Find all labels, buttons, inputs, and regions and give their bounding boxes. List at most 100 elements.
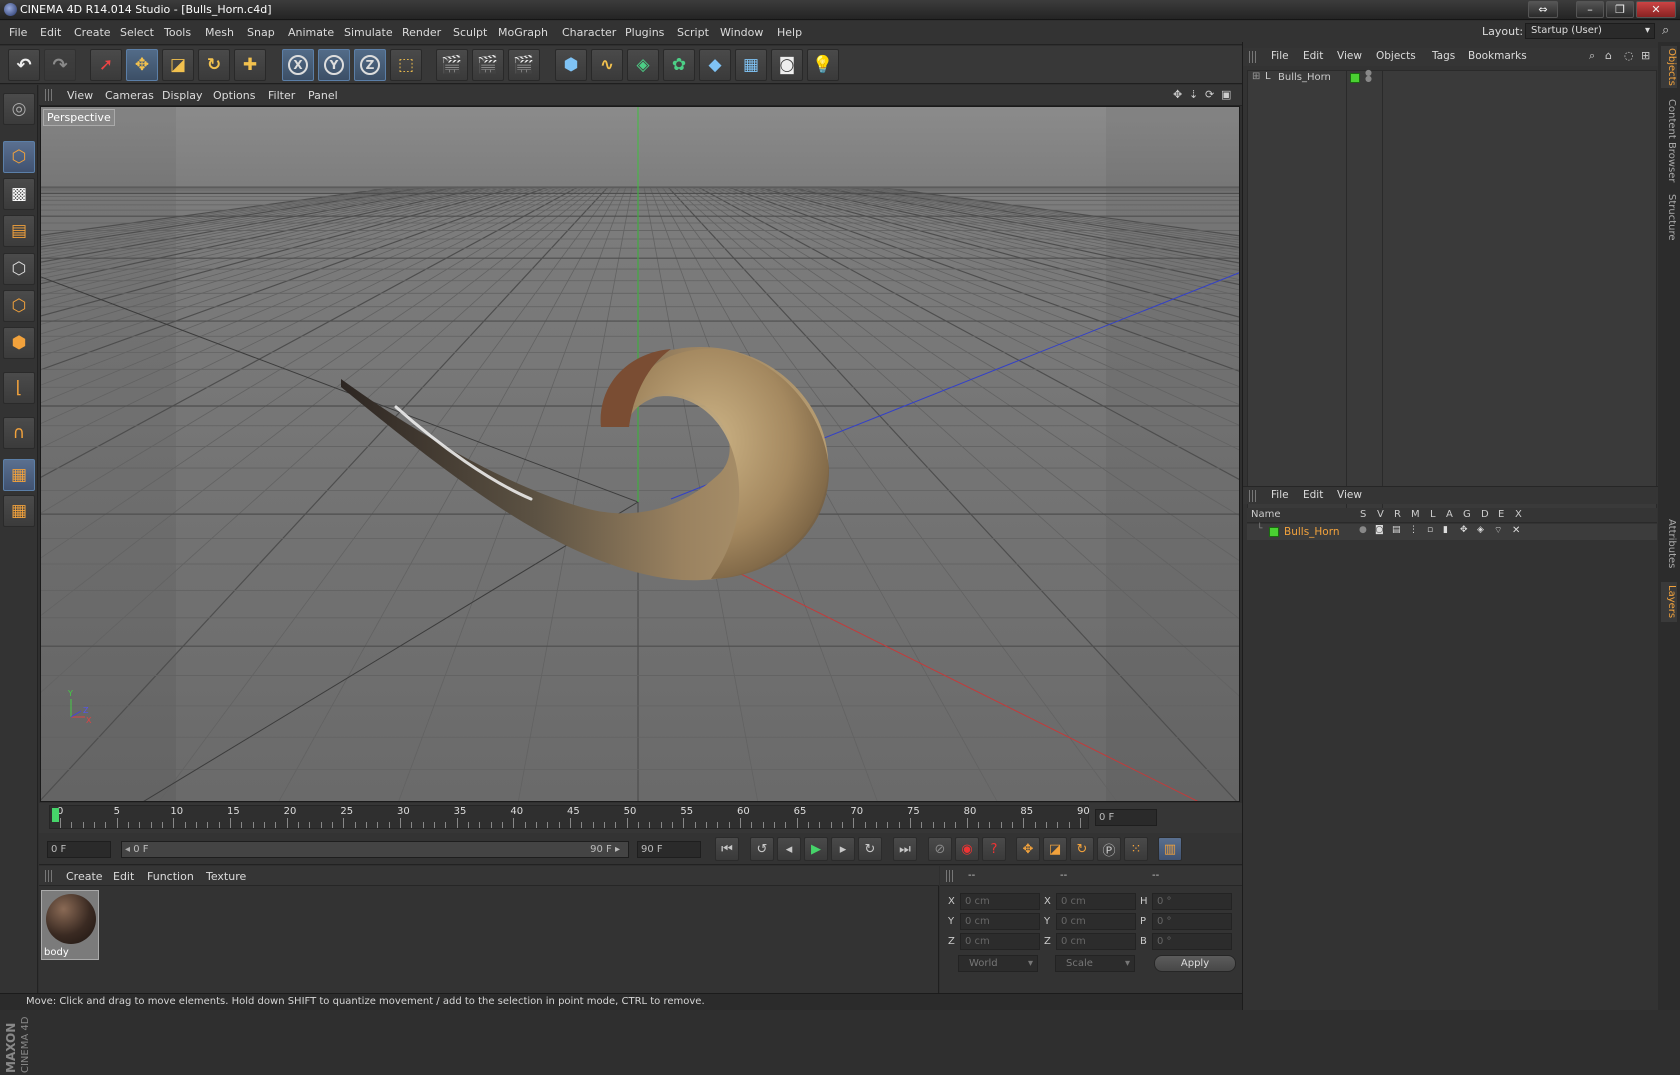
menu-create[interactable]: Create (74, 26, 111, 39)
deformers-icon[interactable]: ◈ (1477, 525, 1484, 535)
nurbs-button[interactable]: ◈ (627, 49, 659, 81)
menu-plugins[interactable]: Plugins (625, 26, 664, 39)
material-menu-function[interactable]: Function (147, 870, 194, 883)
lm-menu-edit[interactable]: Edit (1303, 489, 1323, 501)
eye-icon[interactable]: ◌ (1624, 49, 1634, 62)
search-icon[interactable]: ⌕ (1662, 23, 1669, 38)
menu-mesh[interactable]: Mesh (205, 26, 234, 39)
tab-objects[interactable]: Objects (1661, 46, 1677, 88)
next-key-button[interactable]: ↻ (858, 837, 882, 861)
timeline-ruler[interactable]: 0 5 10 15 20 25 30 35 40 45 50 55 60 65 70 75 80 85 90 0 F (39, 803, 1242, 833)
deformer-button[interactable]: ◆ (699, 49, 731, 81)
axis-mode-button[interactable]: ⌊ (3, 372, 35, 404)
render-settings-button[interactable]: 🎬 (508, 49, 540, 81)
viewport-menu-cameras[interactable]: Cameras (105, 89, 154, 102)
make-editable-button[interactable]: ◎ (3, 93, 35, 125)
edges-mode-button[interactable]: ⬡ (3, 290, 35, 322)
play-button[interactable]: ▶ (804, 837, 828, 861)
cube-button[interactable]: ⬢ (555, 49, 587, 81)
size-y-field[interactable]: 0 cm (1056, 913, 1136, 930)
locked-workplane-button[interactable]: ▦ (3, 495, 35, 527)
menu-mograph[interactable]: MoGraph (498, 26, 548, 39)
recent-tool-button[interactable]: ✚ (234, 49, 266, 81)
om-menu-view[interactable]: View (1337, 50, 1362, 62)
pos-y-field[interactable]: 0 cm (960, 913, 1040, 930)
rotate-view-icon[interactable]: ⟳ (1205, 88, 1214, 101)
tab-structure[interactable]: Structure (1661, 192, 1677, 242)
current-frame-field[interactable]: 0 F (1095, 809, 1157, 826)
viewport-menu-display[interactable]: Display (162, 89, 203, 102)
menu-window[interactable]: Window (720, 26, 763, 39)
workplane-lock-button[interactable]: ▦ (3, 459, 35, 491)
minimize-button[interactable]: – (1576, 1, 1604, 18)
lm-menu-file[interactable]: File (1271, 489, 1289, 501)
menu-render[interactable]: Render (402, 26, 441, 39)
menu-tools[interactable]: Tools (164, 26, 191, 39)
workplane-mode-button[interactable]: ▤ (3, 215, 35, 247)
layer-row-bulls-horn[interactable]: └ Bulls_Horn ● ◙ ▤ ⋮ ▫ ▮ ✥ ◈ ⌔ ✕ (1247, 524, 1657, 540)
search-icon[interactable]: ⌕ (1589, 49, 1595, 63)
render-clapper-icon[interactable]: ▤ (1392, 525, 1401, 535)
menu-sculpt[interactable]: Sculpt (453, 26, 487, 39)
render-to-picture-viewer-button[interactable]: 🎬 (472, 49, 504, 81)
tab-attributes[interactable]: Attributes (1661, 516, 1677, 572)
expressions-icon[interactable]: ⌔ (1494, 525, 1502, 536)
scale-key-button[interactable]: ◪ (1043, 837, 1067, 861)
menu-script[interactable]: Script (677, 26, 709, 39)
zoom-view-icon[interactable]: ⇣ (1189, 88, 1198, 101)
om-menu-bookmarks[interactable]: Bookmarks (1468, 50, 1527, 62)
material-menu-texture[interactable]: Texture (206, 870, 246, 883)
visibility-dots-icon[interactable]: ● ● (1365, 69, 1372, 83)
size-mode-select[interactable]: Scale ▾ (1055, 955, 1135, 972)
end-frame-field[interactable]: 90 F (637, 841, 701, 858)
y-axis-button[interactable]: Y (318, 49, 350, 81)
om-menu-file[interactable]: File (1271, 50, 1289, 62)
previous-key-button[interactable]: ↺ (750, 837, 774, 861)
close-button[interactable]: ✕ (1636, 1, 1676, 18)
light-button[interactable]: 💡 (807, 49, 839, 81)
go-to-start-button[interactable]: ⏮ (715, 837, 739, 861)
material-swatch[interactable]: body (41, 890, 99, 960)
timeline-button[interactable]: ▥ (1158, 837, 1182, 861)
menu-character[interactable]: Character (562, 26, 616, 39)
xref-icon[interactable]: ✕ (1512, 525, 1520, 536)
move-button[interactable]: ✥ (126, 49, 158, 81)
go-to-end-button[interactable]: ⏭ (893, 837, 917, 861)
toggle-view-icon[interactable]: ▣ (1221, 88, 1231, 101)
menu-select[interactable]: Select (120, 26, 154, 39)
x-axis-button[interactable]: X (282, 49, 314, 81)
render-view-button[interactable]: 🎬 (436, 49, 468, 81)
snap-button[interactable]: ∩ (3, 417, 35, 449)
coordinate-space-select[interactable]: World ▾ (958, 955, 1038, 972)
timeline-track[interactable]: 0 5 10 15 20 25 30 35 40 45 50 55 60 65 70 75 80 85 90 (49, 805, 1090, 829)
restore-button[interactable]: ❐ (1606, 1, 1634, 18)
rot-p-field[interactable]: 0 ° (1152, 913, 1232, 930)
lock-icon[interactable]: ▫ (1427, 525, 1433, 535)
pos-z-field[interactable]: 0 cm (960, 933, 1040, 950)
start-frame-field[interactable]: 0 F (47, 841, 111, 858)
menu-edit[interactable]: Edit (40, 26, 61, 39)
floor-button[interactable]: ▦ (735, 49, 767, 81)
om-menu-tags[interactable]: Tags (1432, 50, 1455, 62)
om-menu-objects[interactable]: Objects (1376, 50, 1416, 62)
layer-color-swatch[interactable] (1269, 527, 1279, 537)
array-button[interactable]: ✿ (663, 49, 695, 81)
lm-menu-view[interactable]: View (1337, 489, 1362, 501)
keyframe-selection-button[interactable]: ? (982, 837, 1006, 861)
animation-icon[interactable]: ▮ (1443, 525, 1448, 535)
tab-layers[interactable]: Layers (1661, 582, 1677, 622)
view-eye-icon[interactable]: ◙ (1375, 525, 1384, 535)
texture-mode-button[interactable]: ▩ (3, 178, 35, 210)
move-view-icon[interactable]: ✥ (1173, 88, 1182, 101)
tab-content-browser[interactable]: Content Browser (1661, 96, 1677, 186)
rotate-button[interactable]: ↻ (198, 49, 230, 81)
menu-simulate[interactable]: Simulate (344, 26, 393, 39)
record-active-button[interactable]: ⊘ (928, 837, 952, 861)
object-row-bulls-horn[interactable]: ⊞ L Bulls_Horn ● ● (1248, 69, 1656, 86)
frame-range-slider[interactable]: ◂ 0 F 90 F ▸ (121, 841, 629, 858)
rotation-key-button[interactable]: ↻ (1070, 837, 1094, 861)
home-icon[interactable]: ⌂ (1605, 49, 1612, 62)
solo-icon[interactable]: ● (1359, 525, 1367, 535)
next-frame-button[interactable]: ▸ (831, 837, 855, 861)
previous-frame-button[interactable]: ◂ (777, 837, 801, 861)
